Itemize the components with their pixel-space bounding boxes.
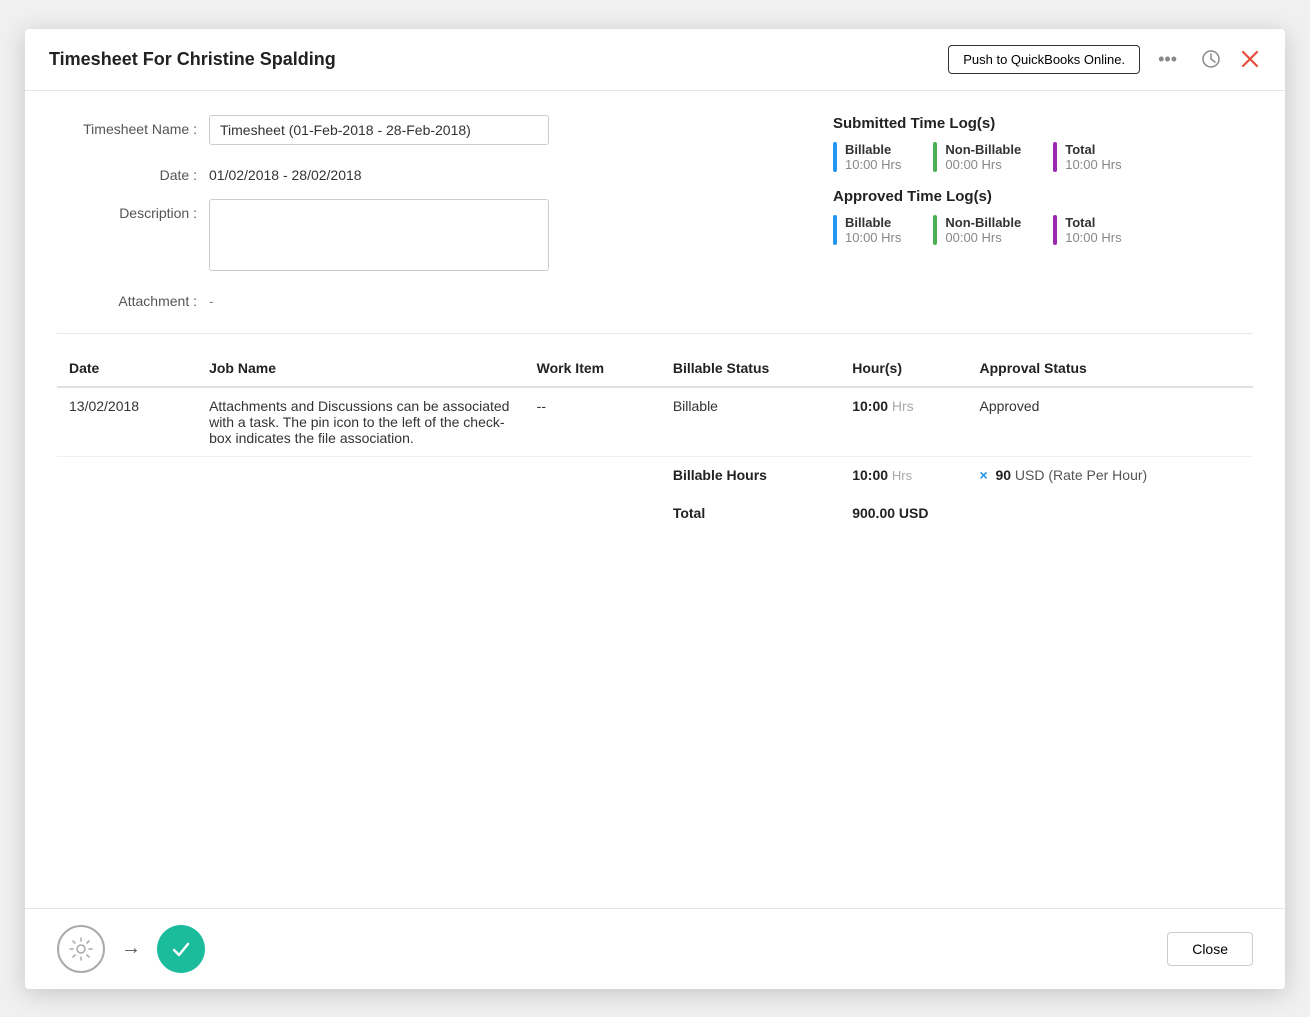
approved-logs-row: Billable 10:00 Hrs Non-Billable 00:00 Hr…	[833, 215, 1253, 245]
timesheet-name-input[interactable]	[209, 115, 549, 145]
submitted-total-label: Total	[1065, 142, 1121, 157]
description-input[interactable]	[209, 199, 549, 271]
submitted-nonbillable-value: 00:00 Hrs	[945, 157, 1021, 172]
section-divider	[57, 333, 1253, 334]
total-label-cell: Total	[661, 493, 840, 531]
submitted-billable-label: Billable	[845, 142, 901, 157]
total-empty	[57, 493, 661, 531]
more-options-button[interactable]: •••	[1152, 47, 1183, 72]
approved-billable-bar	[833, 215, 837, 245]
billable-bar	[833, 142, 837, 172]
approved-total-value: 10:00 Hrs	[1065, 230, 1121, 245]
submitted-billable-value: 10:00 Hrs	[845, 157, 901, 172]
approved-billable-value: 10:00 Hrs	[845, 230, 901, 245]
col-job-name: Job Name	[197, 350, 525, 387]
submitted-nonbillable-label: Non-Billable	[945, 142, 1021, 157]
clock-history-icon	[1201, 49, 1221, 69]
col-billable-status: Billable Status	[661, 350, 840, 387]
close-x-button[interactable]	[1239, 48, 1261, 70]
approved-total-bar	[1053, 215, 1057, 245]
rate-label: (Rate Per Hour)	[1048, 467, 1147, 483]
date-value: 01/02/2018 - 28/02/2018	[209, 161, 362, 183]
row-work-item: --	[525, 387, 661, 457]
modal-body: Timesheet Name : Date : 01/02/2018 - 28/…	[25, 91, 1285, 908]
billable-hours-label: Billable Hours	[661, 456, 840, 493]
date-row: Date : 01/02/2018 - 28/02/2018	[57, 161, 793, 183]
hours-value: 10:00	[852, 398, 888, 414]
empty-cell	[57, 456, 661, 493]
multiply-icon: ×	[979, 467, 987, 483]
col-work-item: Work Item	[525, 350, 661, 387]
close-button[interactable]: Close	[1167, 932, 1253, 966]
timesheet-name-label: Timesheet Name :	[57, 115, 197, 137]
submitted-nonbillable-item: Non-Billable 00:00 Hrs	[933, 142, 1021, 172]
table-header-row: Date Job Name Work Item Billable Status …	[57, 350, 1253, 387]
submitted-logs-title: Submitted Time Log(s)	[833, 115, 1253, 132]
col-approval-status: Approval Status	[967, 350, 1253, 387]
push-to-quickbooks-button[interactable]: Push to QuickBooks Online.	[948, 45, 1140, 74]
history-button[interactable]	[1195, 47, 1227, 71]
approved-time-logs: Approved Time Log(s) Billable 10:00 Hrs	[833, 188, 1253, 245]
row-billable-status: Billable	[661, 387, 840, 457]
description-label: Description :	[57, 199, 197, 221]
approved-billable-item: Billable 10:00 Hrs	[833, 215, 901, 245]
status-icon-circle	[57, 925, 105, 973]
row-approval-status: Approved	[967, 387, 1253, 457]
total-bar	[1053, 142, 1057, 172]
row-date: 13/02/2018	[57, 387, 197, 457]
row-job-name: Attachments and Discussions can be assoc…	[197, 387, 525, 457]
billable-hours-row: Billable Hours 10:00 Hrs × 90 USD (Rate …	[57, 456, 1253, 493]
total-row: Total 900.00 USD	[57, 493, 1253, 531]
checkmark-icon	[169, 937, 193, 961]
modal-title: Timesheet For Christine Spalding	[49, 49, 336, 70]
col-hours: Hour(s)	[840, 350, 967, 387]
modal-footer: → Close	[25, 908, 1285, 989]
ellipsis-icon: •••	[1158, 49, 1177, 70]
submitted-total-item: Total 10:00 Hrs	[1053, 142, 1121, 172]
header-actions: Push to QuickBooks Online. •••	[948, 45, 1261, 74]
approved-total-item: Total 10:00 Hrs	[1053, 215, 1121, 245]
hours-unit: Hrs	[892, 398, 914, 414]
footer-left: →	[57, 925, 205, 973]
col-date: Date	[57, 350, 197, 387]
approved-nonbillable-label: Non-Billable	[945, 215, 1021, 230]
timesheet-modal: Timesheet For Christine Spalding Push to…	[25, 29, 1285, 989]
submitted-total-value: 10:00 Hrs	[1065, 157, 1121, 172]
form-section: Timesheet Name : Date : 01/02/2018 - 28/…	[57, 115, 1253, 309]
rate-info-cell: × 90 USD (Rate Per Hour)	[967, 456, 1253, 493]
non-billable-bar	[933, 142, 937, 172]
attachment-row: Attachment : -	[57, 287, 793, 309]
approved-checkmark	[157, 925, 205, 973]
row-hours: 10:00 Hrs	[840, 387, 967, 457]
submitted-logs-row: Billable 10:00 Hrs Non-Billable 00:00 Hr…	[833, 142, 1253, 172]
approved-total-label: Total	[1065, 215, 1121, 230]
approved-logs-title: Approved Time Log(s)	[833, 188, 1253, 205]
rate-value: 90	[995, 467, 1011, 483]
billable-hours-value: 10:00 Hrs	[840, 456, 967, 493]
modal-header: Timesheet For Christine Spalding Push to…	[25, 29, 1285, 91]
approved-billable-label: Billable	[845, 215, 901, 230]
approved-nonbillable-value: 00:00 Hrs	[945, 230, 1021, 245]
submitted-time-logs: Submitted Time Log(s) Billable 10:00 Hrs	[833, 115, 1253, 172]
approved-nonbillable-item: Non-Billable 00:00 Hrs	[933, 215, 1021, 245]
rate-unit: USD	[1015, 467, 1045, 483]
approved-non-billable-bar	[933, 215, 937, 245]
x-icon	[1239, 48, 1261, 70]
attachment-label: Attachment :	[57, 287, 197, 309]
total-value-cell: 900.00 USD	[840, 493, 1253, 531]
form-left: Timesheet Name : Date : 01/02/2018 - 28/…	[57, 115, 793, 309]
date-label: Date :	[57, 161, 197, 183]
time-logs-section: Submitted Time Log(s) Billable 10:00 Hrs	[833, 115, 1253, 309]
attachment-value: -	[209, 287, 214, 309]
gear-icon	[68, 936, 94, 962]
description-row: Description :	[57, 199, 793, 271]
timesheet-name-row: Timesheet Name :	[57, 115, 793, 145]
table-row: 13/02/2018 Attachments and Discussions c…	[57, 387, 1253, 457]
submitted-billable-item: Billable 10:00 Hrs	[833, 142, 901, 172]
arrow-right-icon: →	[121, 937, 141, 960]
timesheet-table: Date Job Name Work Item Billable Status …	[57, 350, 1253, 531]
